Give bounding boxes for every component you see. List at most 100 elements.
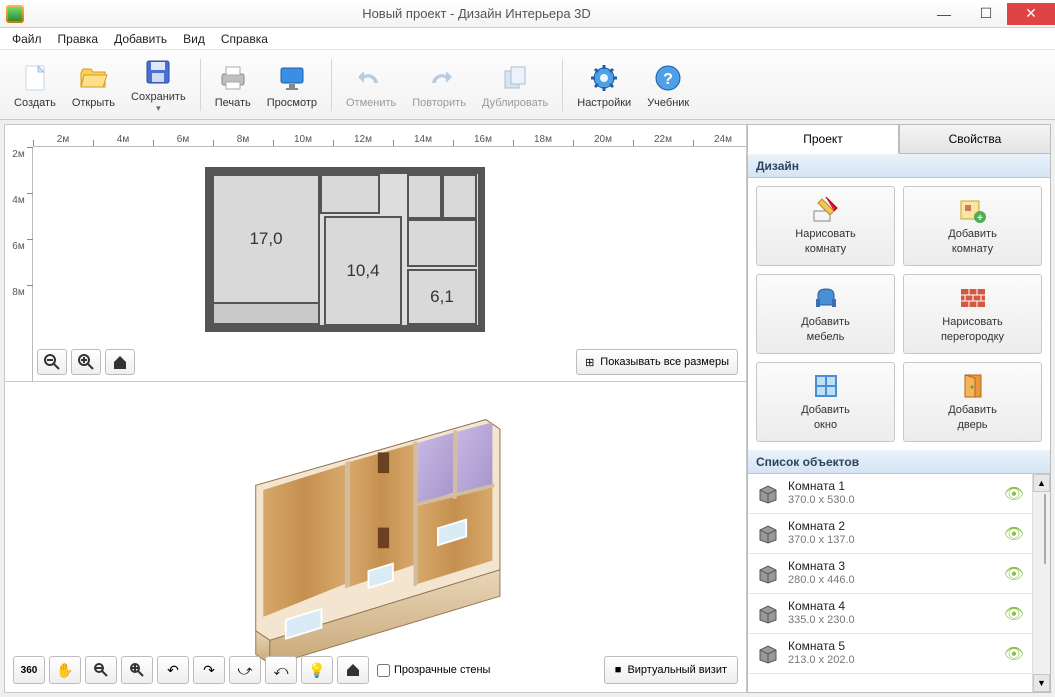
workarea: 2м 4м 6м 8м 10м 12м 14м 16м 18м 20м 22м … <box>0 120 1055 697</box>
list-item[interactable]: Комната 1370.0 x 530.0 👁 <box>748 474 1032 514</box>
menu-add[interactable]: Добавить <box>108 30 173 48</box>
undo-button[interactable]: Отменить <box>338 59 404 111</box>
toolbar-separator <box>331 59 332 111</box>
room-strip[interactable] <box>212 302 320 325</box>
list-item[interactable]: Комната 4335.0 x 230.0 👁 <box>748 594 1032 634</box>
zoom-out-button[interactable] <box>37 349 67 375</box>
create-button[interactable]: Создать <box>6 59 64 111</box>
room-small-3[interactable] <box>407 219 477 267</box>
add-door-button[interactable]: Добавить дверь <box>903 362 1042 442</box>
list-item[interactable]: Комната 5213.0 x 202.0 👁 <box>748 634 1032 674</box>
armchair-icon <box>811 284 841 312</box>
show-all-dims-button[interactable]: ⊞ Показывать все размеры <box>576 349 738 375</box>
floorplan[interactable]: 17,0 10,4 6,1 <box>205 167 485 332</box>
save-button[interactable]: Сохранить▾ <box>123 53 194 116</box>
preview-button[interactable]: Просмотр <box>259 59 325 111</box>
menu-view[interactable]: Вид <box>177 30 211 48</box>
tab-project[interactable]: Проект <box>747 124 899 154</box>
draw-partition-button[interactable]: Нарисовать перегородку <box>903 274 1042 354</box>
scrollbar[interactable]: ▲ ▼ <box>1032 474 1050 692</box>
design-grid: Нарисовать комнату + Добавить комнату До… <box>748 178 1050 450</box>
gear-icon <box>587 61 621 95</box>
main-toolbar: Создать Открыть Сохранить▾ Печать Просмо… <box>0 50 1055 120</box>
menu-help[interactable]: Справка <box>215 30 274 48</box>
home-3d-button[interactable] <box>337 656 369 684</box>
visibility-icon[interactable]: 👁 <box>1004 644 1024 664</box>
visibility-icon[interactable]: 👁 <box>1004 484 1024 504</box>
zoom-in-3d-button[interactable] <box>121 656 153 684</box>
visibility-icon[interactable]: 👁 <box>1004 604 1024 624</box>
new-file-icon <box>18 61 52 95</box>
tab-properties[interactable]: Свойства <box>899 124 1051 154</box>
titlebar: Новый проект - Дизайн Интерьера 3D — ☐ ✕ <box>0 0 1055 28</box>
room-small-1[interactable] <box>407 174 442 219</box>
tilt-down-button[interactable]: ⤺ <box>265 656 297 684</box>
object-list-scroll[interactable]: Комната 1370.0 x 530.0 👁 Комната 2370.0 … <box>748 474 1032 692</box>
open-button[interactable]: Открыть <box>64 59 123 111</box>
add-room-button[interactable]: + Добавить комнату <box>903 186 1042 266</box>
window-controls: — ☐ ✕ <box>923 3 1055 25</box>
right-tabs: Проект Свойства <box>747 124 1051 154</box>
view-360-button[interactable]: 360 <box>13 656 45 684</box>
draw-room-button[interactable]: Нарисовать комнату <box>756 186 895 266</box>
tutorial-button[interactable]: ? Учебник <box>639 59 697 111</box>
ruler-vertical: 2м 4м 6м 8м <box>5 147 33 381</box>
menu-edit[interactable]: Правка <box>52 30 105 48</box>
svg-text:?: ? <box>663 71 673 88</box>
scroll-thumb[interactable] <box>1044 494 1046 564</box>
room-2[interactable]: 10,4 <box>324 216 402 326</box>
room-3[interactable]: 6,1 <box>407 269 477 325</box>
rotate-right-button[interactable]: ↷ <box>193 656 225 684</box>
print-button[interactable]: Печать <box>207 59 259 111</box>
pan-button[interactable]: ✋ <box>49 656 81 684</box>
canvas-column: 2м 4м 6м 8м 10м 12м 14м 16м 18м 20м 22м … <box>4 124 747 693</box>
scroll-down-button[interactable]: ▼ <box>1033 674 1050 692</box>
undo-icon <box>354 61 388 95</box>
add-window-button[interactable]: Добавить окно <box>756 362 895 442</box>
room-1[interactable]: 17,0 <box>212 174 320 304</box>
section-objects-title: Список объектов <box>748 450 1050 474</box>
add-furniture-button[interactable]: Добавить мебель <box>756 274 895 354</box>
redo-button[interactable]: Повторить <box>404 59 474 111</box>
list-item[interactable]: Комната 3280.0 x 446.0 👁 <box>748 554 1032 594</box>
rotate-left-button[interactable]: ↶ <box>157 656 189 684</box>
panel-body: Дизайн Нарисовать комнату + Добавить ком… <box>747 154 1051 693</box>
tilt-up-button[interactable]: ⤻ <box>229 656 261 684</box>
redo-icon <box>422 61 456 95</box>
duplicate-icon <box>498 61 532 95</box>
folder-open-icon <box>76 61 110 95</box>
menu-file[interactable]: Файл <box>6 30 48 48</box>
transparent-walls-checkbox[interactable]: Прозрачные стены <box>377 664 490 677</box>
camera-icon: ■ <box>615 664 622 676</box>
printer-icon <box>216 61 250 95</box>
dimensions-icon: ⊞ <box>585 356 594 369</box>
zoom-out-3d-button[interactable] <box>85 656 117 684</box>
cube-icon <box>756 484 780 504</box>
light-button[interactable]: 💡 <box>301 656 333 684</box>
plan-2d-view[interactable]: 2м 4м 6м 8м 10м 12м 14м 16м 18м 20м 22м … <box>5 125 746 382</box>
plan-3d-view[interactable]: 360 ✋ ↶ ↷ ⤻ ⤺ 💡 Прозрачные стены ■ Вирту… <box>5 382 746 692</box>
brick-wall-icon <box>958 284 988 312</box>
pencil-room-icon <box>811 196 841 224</box>
add-room-icon: + <box>958 196 988 224</box>
cube-icon <box>756 604 780 624</box>
scroll-up-button[interactable]: ▲ <box>1033 474 1050 492</box>
room-small-2[interactable] <box>442 174 477 219</box>
close-button[interactable]: ✕ <box>1007 3 1055 25</box>
list-item[interactable]: Комната 2370.0 x 137.0 👁 <box>748 514 1032 554</box>
door-icon <box>958 372 988 400</box>
iso-3d-render <box>5 382 746 692</box>
section-design-title: Дизайн <box>748 154 1050 178</box>
room-hall[interactable] <box>320 174 380 214</box>
visibility-icon[interactable]: 👁 <box>1004 564 1024 584</box>
home-button[interactable] <box>105 349 135 375</box>
visibility-icon[interactable]: 👁 <box>1004 524 1024 544</box>
minimize-button[interactable]: — <box>923 3 965 25</box>
app-icon <box>6 5 24 23</box>
maximize-button[interactable]: ☐ <box>965 3 1007 25</box>
virtual-visit-button[interactable]: ■ Виртуальный визит <box>604 656 738 684</box>
duplicate-button[interactable]: Дублировать <box>474 59 556 111</box>
cube-icon <box>756 564 780 584</box>
settings-button[interactable]: Настройки <box>569 59 639 111</box>
zoom-in-button[interactable] <box>71 349 101 375</box>
